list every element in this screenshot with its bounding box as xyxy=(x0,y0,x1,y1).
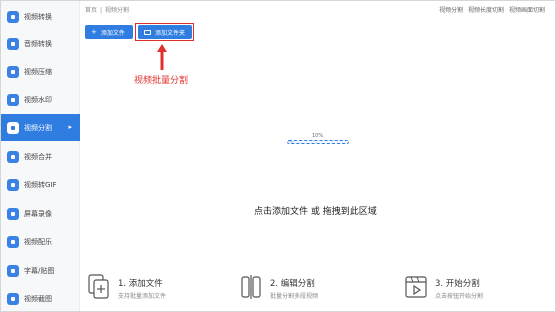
sidebar-item-label: 视频分割 xyxy=(24,123,52,132)
sidebar: 视频转换 音频转换 视频压缩 视频水印 视频分割 ▸ 视频合并 视频转GIF 屏… xyxy=(1,1,80,311)
step-title: 2. 编辑分割 xyxy=(270,279,315,289)
edit-split-step-icon xyxy=(241,275,261,299)
subtitle-icon xyxy=(7,264,19,277)
add-file-label: 添加文件 xyxy=(100,29,125,37)
sidebar-item-label: 视频合并 xyxy=(24,152,52,161)
screen-record-icon xyxy=(7,207,19,220)
mode-link-length-split[interactable]: 视频长度切割 xyxy=(468,7,504,14)
video-compress-icon xyxy=(7,65,19,78)
sidebar-item-video-music[interactable]: 视频配乐 xyxy=(1,228,80,255)
folder-icon xyxy=(144,29,151,35)
breadcrumb: 首页 | 视频分割 xyxy=(85,5,129,14)
step-start-split: 3. 开始分割 点击按钮开始分割 xyxy=(405,274,525,304)
video-merge-icon xyxy=(7,150,19,163)
progress-bar xyxy=(287,140,349,144)
sidebar-item-label: 视频转GIF xyxy=(24,180,57,189)
progress-fill xyxy=(288,141,294,143)
mode-link-split[interactable]: 视频分割 xyxy=(439,7,463,14)
start-split-step-icon xyxy=(405,276,427,298)
audio-convert-icon xyxy=(7,37,19,50)
sidebar-item-subtitle[interactable]: 字幕/贴图 xyxy=(1,257,80,284)
dropzone-hint[interactable]: 点击添加文件 或 拖拽到此区域 xyxy=(254,204,377,217)
sidebar-item-audio-convert[interactable]: 音频转换 xyxy=(1,30,80,57)
video-screenshot-icon xyxy=(7,292,19,305)
step-desc: 支持批量添加文件 xyxy=(118,293,167,300)
video-music-icon xyxy=(7,235,19,248)
step-title: 1. 添加文件 xyxy=(118,279,163,289)
step-desc: 批量分割多段视频 xyxy=(270,293,319,300)
breadcrumb-current: 视频分割 xyxy=(105,7,130,14)
breadcrumb-separator: | xyxy=(100,7,103,14)
top-bar: 首页 | 视频分割 视频分割 视频长度切割 视频画面切割 xyxy=(80,1,555,17)
progress-label: 10% xyxy=(312,133,324,139)
plus-icon: + xyxy=(91,28,97,36)
video-split-icon xyxy=(7,121,19,134)
chevron-right-icon: ▸ xyxy=(68,123,72,131)
sidebar-item-video-screenshot[interactable]: 视频截图 xyxy=(1,285,80,312)
step-edit-split: 2. 编辑分割 批量分割多段视频 xyxy=(240,274,360,304)
sidebar-item-label: 字幕/贴图 xyxy=(24,266,55,275)
sidebar-item-label: 音频转换 xyxy=(24,39,52,48)
add-file-step-icon xyxy=(88,274,109,299)
mode-links: 视频分割 视频长度切割 视频画面切割 xyxy=(436,5,545,14)
video-convert-icon xyxy=(7,10,19,23)
sidebar-item-label: 屏幕录像 xyxy=(24,209,52,218)
sidebar-item-video-gif[interactable]: 视频转GIF xyxy=(1,171,80,198)
sidebar-item-video-watermark[interactable]: 视频水印 xyxy=(1,86,80,113)
add-folder-label: 添加文件夹 xyxy=(155,29,186,37)
sidebar-item-video-convert[interactable]: 视频转换 xyxy=(1,3,80,30)
step-add-file: 1. 添加文件 支持批量添加文件 xyxy=(88,274,208,304)
breadcrumb-home[interactable]: 首页 xyxy=(85,7,97,14)
sidebar-item-label: 视频转换 xyxy=(24,12,52,21)
sidebar-item-label: 视频压缩 xyxy=(24,67,52,76)
mode-link-frame-split[interactable]: 视频画面切割 xyxy=(509,7,545,14)
sidebar-item-label: 视频配乐 xyxy=(24,237,52,246)
sidebar-item-screen-record[interactable]: 屏幕录像 xyxy=(1,200,80,227)
annotation-text: 视频批量分割 xyxy=(134,76,189,86)
annotation-arrow-icon xyxy=(157,44,167,70)
step-desc: 点击按钮开始分割 xyxy=(435,293,484,300)
sidebar-item-label: 视频水印 xyxy=(24,95,52,104)
add-folder-button[interactable]: 添加文件夹 xyxy=(138,25,192,39)
sidebar-item-video-merge[interactable]: 视频合并 xyxy=(1,143,80,170)
video-watermark-icon xyxy=(7,93,19,106)
sidebar-item-video-split[interactable]: 视频分割 ▸ xyxy=(1,114,80,141)
sidebar-item-video-compress[interactable]: 视频压缩 xyxy=(1,58,80,85)
sidebar-item-label: 视频截图 xyxy=(24,294,52,303)
app-frame xyxy=(0,0,556,312)
add-file-button[interactable]: + 添加文件 xyxy=(85,25,133,39)
video-gif-icon xyxy=(7,178,19,191)
step-title: 3. 开始分割 xyxy=(435,279,480,289)
